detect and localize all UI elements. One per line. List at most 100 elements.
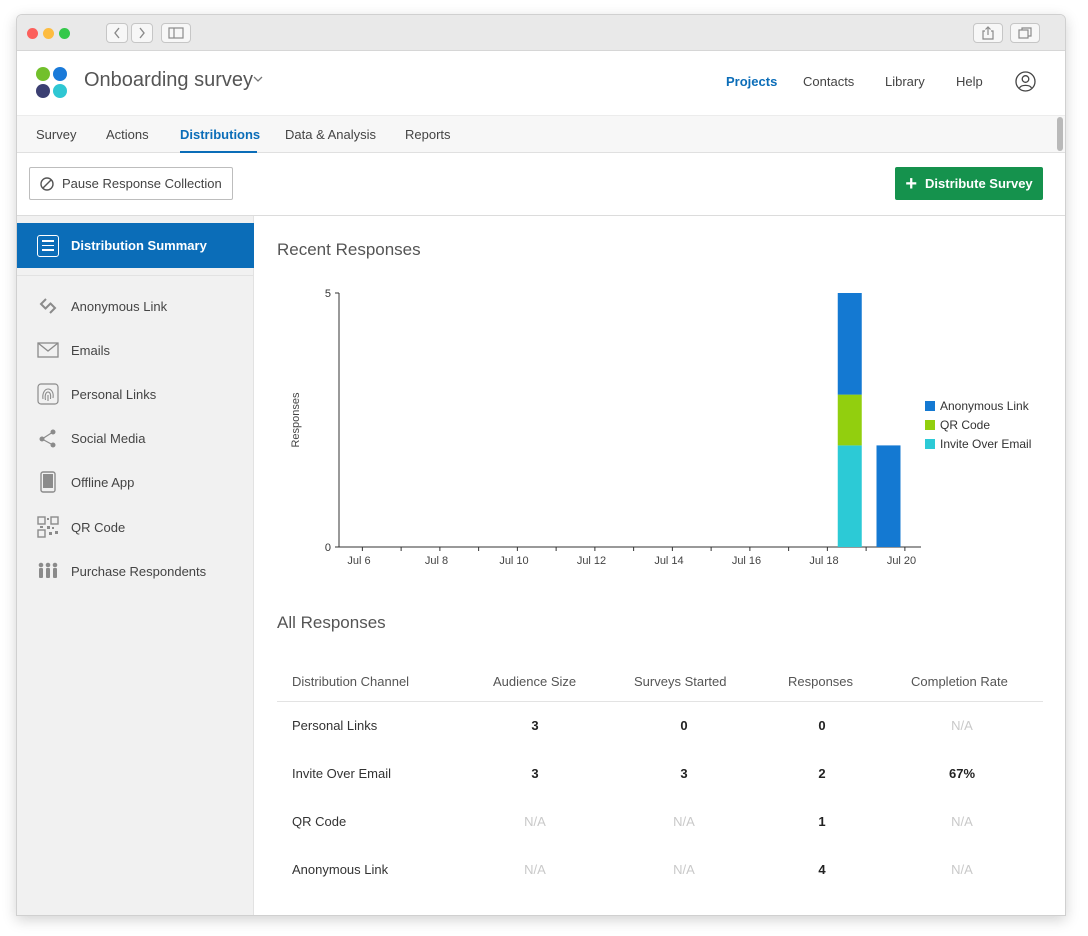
table-cell: N/A (524, 862, 546, 877)
sidebar-item-personal-links[interactable]: Personal Links (17, 379, 254, 409)
sidebar-item-distribution-summary[interactable]: Distribution Summary (17, 223, 254, 268)
tab-survey[interactable]: Survey (36, 127, 76, 142)
sidebar-toggle-button[interactable] (161, 23, 191, 43)
sidebar-item-label: Emails (71, 342, 111, 358)
tabs-overview-button[interactable] (1010, 23, 1040, 43)
y-axis-label: Responses (290, 392, 302, 448)
table-cell: N/A (673, 862, 695, 877)
window-titlebar (17, 15, 1065, 51)
app-header: Onboarding survey Projects Contacts Libr… (17, 51, 1065, 116)
table-row: Invite Over Email 3 3 2 67% (277, 750, 1043, 798)
bar-segment (876, 445, 901, 547)
action-bar: Pause Response Collection + Distribute S… (17, 153, 1065, 216)
chevron-down-icon[interactable] (253, 75, 263, 83)
brand-logo[interactable] (36, 67, 68, 99)
x-tick-label: Jul 6 (347, 555, 370, 567)
legend-label: Anonymous Link (940, 398, 1029, 413)
forward-button[interactable] (131, 23, 153, 43)
table-cell: N/A (951, 718, 973, 733)
distribution-sidebar: Distribution Summary Anonymous Link Emai… (17, 216, 254, 915)
table-cell: 3 (680, 766, 688, 781)
sidebar-item-label: Purchase Respondents (71, 563, 207, 579)
table-header: Distribution Channel Audience Size Surve… (277, 660, 1043, 702)
link-icon (37, 295, 59, 317)
tab-actions[interactable]: Actions (106, 127, 149, 142)
table-cell: 4 (818, 862, 826, 877)
tabs-icon (1018, 27, 1032, 39)
people-icon (37, 560, 59, 582)
table-cell: 2 (818, 766, 826, 781)
prohibited-icon (40, 176, 54, 191)
channel-name-cell: QR Code (292, 814, 347, 829)
envelope-icon (37, 339, 59, 361)
survey-title[interactable]: Onboarding survey (84, 69, 253, 92)
sidebar-divider (17, 275, 254, 276)
x-tick-label: Jul 8 (425, 555, 448, 567)
y-tick-label: 5 (325, 288, 331, 300)
legend-swatch (925, 438, 935, 449)
tab-distributions[interactable]: Distributions (180, 127, 260, 142)
legend-swatch (925, 400, 935, 411)
bar-segment (837, 445, 862, 547)
table-cell: 3 (531, 718, 539, 733)
legend-label: Invite Over Email (940, 436, 1032, 451)
legend-label: QR Code (940, 417, 991, 432)
distribute-survey-button[interactable]: + Distribute Survey (895, 167, 1043, 200)
pause-button-label: Pause Response Collection (62, 176, 222, 191)
table-row: Personal Links 3 0 0 N/A (277, 702, 1043, 750)
minimize-window-button[interactable] (43, 28, 54, 39)
section-tabs: Survey Actions Distributions Data & Anal… (17, 116, 1065, 153)
y-tick-label: 0 (325, 542, 331, 554)
legend-item: Invite Over Email (925, 434, 1031, 453)
zoom-window-button[interactable] (59, 28, 70, 39)
sidebar-item-qr-code[interactable]: QR Code (17, 512, 254, 542)
legend-swatch (925, 419, 935, 430)
list-icon (37, 234, 59, 257)
column-header: Completion Rate (911, 674, 1008, 689)
user-account-icon[interactable] (1015, 71, 1036, 92)
bar-segment (837, 394, 862, 446)
chevron-left-icon (114, 27, 120, 39)
table-cell: N/A (524, 814, 546, 829)
table-cell: N/A (951, 814, 973, 829)
legend-item: QR Code (925, 415, 1031, 434)
column-header: Audience Size (493, 674, 577, 689)
x-tick-label: Jul 12 (577, 555, 606, 567)
close-window-button[interactable] (27, 28, 38, 39)
nav-projects[interactable]: Projects (726, 74, 777, 89)
legend-item: Anonymous Link (925, 396, 1031, 415)
share-button[interactable] (973, 23, 1003, 43)
sidebar-icon (168, 27, 184, 39)
share-icon (37, 427, 59, 449)
qr-code-icon (37, 516, 59, 538)
main-content: Recent Responses 0 5 Responses Jul 6 Jul 8 Ju… (255, 216, 1065, 915)
scrollbar[interactable] (1057, 117, 1063, 151)
chart-legend: Anonymous Link QR Code Invite Over Email (925, 396, 1031, 453)
table-row: Anonymous Link N/A N/A 4 N/A (277, 846, 1043, 894)
nav-contacts[interactable]: Contacts (803, 74, 854, 89)
nav-library[interactable]: Library (885, 74, 925, 89)
sidebar-item-social-media[interactable]: Social Media (17, 423, 254, 453)
distribute-button-label: Distribute Survey (925, 176, 1033, 191)
x-tick-label: Jul 20 (887, 555, 916, 567)
tab-data-analysis[interactable]: Data & Analysis (285, 127, 376, 142)
column-header: Surveys Started (634, 674, 727, 689)
table-row: QR Code N/A N/A 1 N/A (277, 798, 1043, 846)
sidebar-item-emails[interactable]: Emails (17, 335, 254, 365)
sidebar-item-offline-app[interactable]: Offline App (17, 467, 254, 497)
pause-response-collection-button[interactable]: Pause Response Collection (29, 167, 233, 200)
table-cell: 67% (948, 766, 976, 781)
sidebar-item-purchase-respondents[interactable]: Purchase Respondents (17, 556, 254, 586)
sidebar-item-anonymous-link[interactable]: Anonymous Link (17, 291, 254, 321)
sidebar-item-label: Distribution Summary (71, 238, 207, 253)
nav-help[interactable]: Help (956, 74, 983, 89)
channel-name-cell: Personal Links (292, 718, 378, 733)
tablet-icon (37, 471, 59, 493)
tab-reports[interactable]: Reports (405, 127, 451, 142)
x-tick-label: Jul 18 (809, 555, 838, 567)
back-button[interactable] (106, 23, 128, 43)
column-header: Responses (788, 674, 854, 689)
all-responses-title: All Responses (277, 613, 386, 632)
fingerprint-icon (37, 383, 59, 405)
sidebar-item-label: Social Media (71, 430, 146, 446)
